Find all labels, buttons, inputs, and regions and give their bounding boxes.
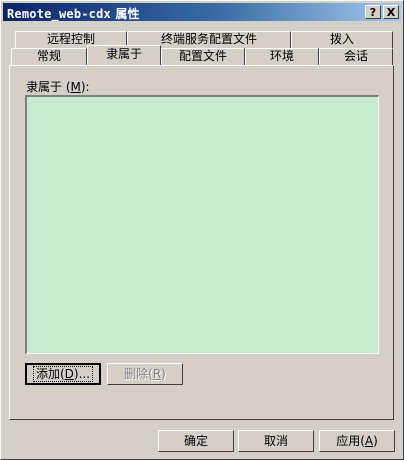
- member-of-mnemonic: M: [70, 80, 81, 94]
- window-title: Remote_web-cdx 属性: [7, 5, 140, 22]
- help-button[interactable]: ?: [365, 5, 381, 19]
- tab-panel-member-of: 隶属于 (M): 添加(D)... 删除(R): [9, 65, 394, 420]
- add-button-text: 添加: [35, 367, 60, 381]
- tab-label: 常规: [36, 49, 61, 63]
- apply-button[interactable]: 应用(A): [319, 430, 395, 452]
- apply-button-text: 应用: [336, 434, 361, 448]
- remove-button-mnemonic: R: [152, 367, 162, 381]
- tab-label: 终端服务配置文件: [160, 32, 257, 46]
- add-button-mnemonic: D: [64, 367, 74, 381]
- tab-label: 配置文件: [178, 49, 227, 63]
- cancel-button[interactable]: 取消: [238, 430, 314, 452]
- add-button[interactable]: 添加(D)...: [25, 363, 101, 385]
- remove-button[interactable]: 删除(R): [107, 363, 183, 385]
- window-title-suffix: 属性: [115, 7, 140, 21]
- tab-dial-in[interactable]: 拨入: [291, 31, 393, 48]
- window-title-name: Remote_web-cdx: [7, 7, 111, 21]
- tab-general[interactable]: 常规: [11, 48, 87, 65]
- remove-button-label: 删除(R): [124, 367, 166, 381]
- ok-button-label: 确定: [183, 434, 208, 448]
- tab-environment[interactable]: 环境: [245, 48, 319, 65]
- tab-label: 环境: [269, 49, 294, 63]
- member-of-label: 隶属于 (M):: [26, 80, 90, 94]
- tab-profile[interactable]: 配置文件: [161, 48, 245, 65]
- title-bar[interactable]: Remote_web-cdx 属性 ? X: [3, 3, 401, 21]
- tab-member-of[interactable]: 隶属于: [87, 45, 161, 65]
- apply-button-label: 应用(A): [336, 434, 378, 448]
- tab-label: 远程控制: [46, 32, 95, 46]
- tab-label: 拨入: [329, 32, 354, 46]
- apply-button-mnemonic: A: [364, 434, 374, 448]
- tab-label: 会话: [343, 49, 368, 63]
- ok-button[interactable]: 确定: [158, 430, 234, 452]
- close-icon: X: [386, 6, 396, 19]
- tab-label: 隶属于: [105, 47, 142, 61]
- help-icon: ?: [369, 6, 377, 19]
- add-button-label: 添加(D)...: [32, 366, 94, 382]
- close-button[interactable]: X: [383, 5, 399, 19]
- member-of-list[interactable]: [25, 95, 379, 354]
- cancel-button-label: 取消: [263, 434, 288, 448]
- properties-dialog: Remote_web-cdx 属性 ? X 远程控制 终端服务配置文件 拨入 常…: [0, 0, 404, 460]
- tab-sessions[interactable]: 会话: [319, 48, 393, 65]
- member-of-label-text: 隶属于: [26, 80, 63, 94]
- remove-button-text: 删除: [124, 367, 149, 381]
